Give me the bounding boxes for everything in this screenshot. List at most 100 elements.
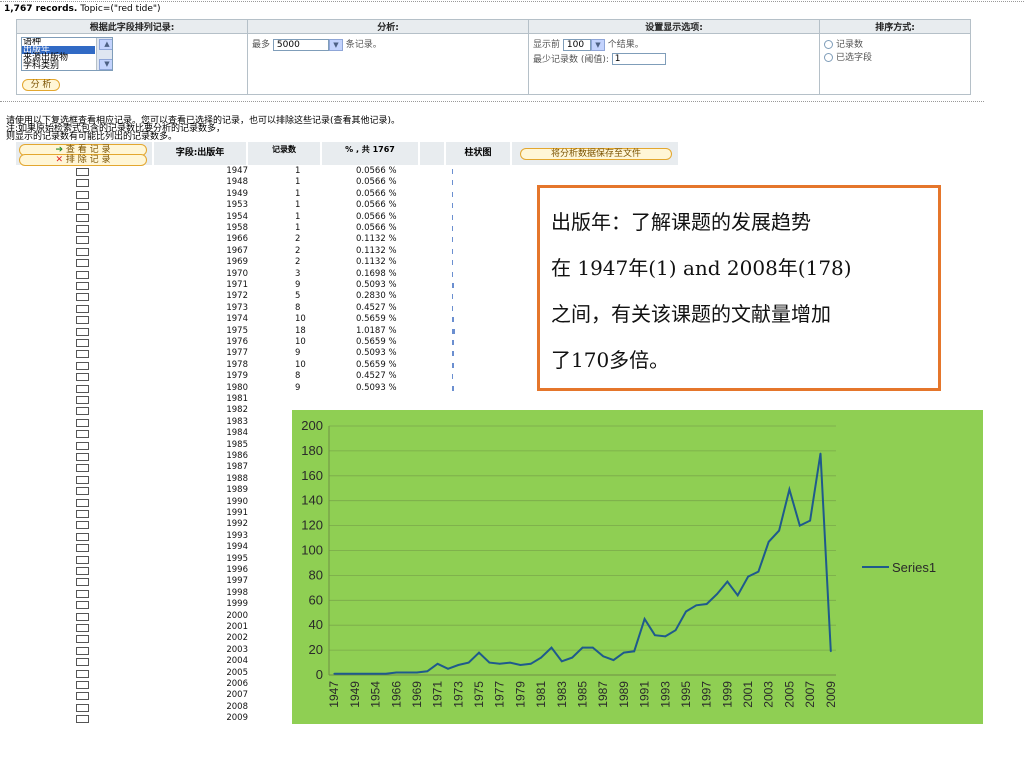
sort-by-count-radio[interactable]	[824, 40, 833, 49]
row-checkbox[interactable]	[76, 624, 89, 632]
row-checkbox[interactable]	[76, 715, 89, 724]
row-checkbox[interactable]	[76, 464, 89, 473]
sort-cell: 记录数 已选字段	[819, 33, 971, 95]
row-checkbox[interactable]	[76, 350, 89, 359]
row-checkbox[interactable]	[76, 282, 89, 290]
row-checkbox[interactable]	[76, 270, 89, 279]
show-results-select[interactable]: 100	[562, 38, 591, 51]
data-point	[488, 661, 491, 664]
row-checkbox[interactable]	[76, 373, 89, 382]
row-checkbox[interactable]	[76, 361, 89, 370]
row-count: 2	[295, 245, 301, 256]
row-checkbox[interactable]	[76, 316, 89, 325]
row-checkbox[interactable]	[76, 669, 89, 678]
row-checkbox[interactable]	[76, 555, 89, 564]
min-threshold-input[interactable]: 1	[611, 53, 666, 65]
row-checkbox[interactable]	[76, 635, 89, 644]
data-point	[354, 672, 356, 675]
row-year: 1967	[226, 245, 248, 256]
row-checkbox[interactable]	[76, 304, 89, 313]
row-checkbox[interactable]	[76, 247, 89, 256]
row-percent: 0.1132 %	[356, 234, 397, 245]
row-year: 1984	[226, 428, 248, 439]
row-checkbox[interactable]	[76, 703, 89, 712]
x-tick-label: 1947	[327, 681, 341, 708]
row-checkbox[interactable]	[76, 646, 89, 655]
row-checkbox[interactable]	[76, 453, 89, 461]
row-checkbox[interactable]	[76, 179, 89, 188]
row-checkbox[interactable]	[76, 475, 89, 484]
data-point	[571, 656, 573, 659]
x-tick-label: 1981	[534, 681, 548, 708]
row-checkbox[interactable]	[76, 567, 89, 575]
y-tick-label: 180	[301, 443, 323, 458]
row-checkbox[interactable]	[76, 510, 89, 518]
y-tick-label: 200	[301, 418, 323, 433]
chevron-down-icon[interactable]: ▼	[590, 38, 605, 51]
exclude-records-button[interactable]: ✕ 排 除 记 录	[19, 154, 147, 166]
row-checkbox[interactable]	[76, 430, 89, 439]
row-year: 1949	[226, 188, 248, 199]
row-checkbox[interactable]	[76, 236, 89, 245]
row-checkbox[interactable]	[76, 339, 89, 347]
row-checkbox[interactable]	[76, 544, 89, 553]
data-point	[374, 672, 377, 675]
row-checkbox[interactable]	[76, 681, 89, 689]
row-checkbox[interactable]	[76, 612, 89, 621]
row-year: 1997	[226, 576, 248, 587]
row-checkbox[interactable]	[76, 578, 89, 587]
row-checkbox[interactable]	[76, 498, 89, 507]
x-tick-label: 1995	[679, 681, 693, 708]
max-records-select[interactable]: 5000	[272, 38, 329, 51]
analyze-button[interactable]: 分 析	[22, 79, 60, 91]
display-options-header: 设置显示选项:	[528, 19, 820, 34]
row-checkbox[interactable]	[76, 327, 89, 336]
instructions: 请使用以下复选框查看相应记录。您可以查看已选择的记录，也可以排除这些记录(查看其…	[6, 117, 400, 142]
row-year: 2009	[226, 713, 248, 724]
max-prefix-label: 最多	[252, 40, 271, 50]
row-checkbox[interactable]	[76, 532, 89, 541]
row-checkbox[interactable]	[76, 601, 89, 610]
sort-by-field-radio[interactable]	[824, 53, 833, 62]
y-tick-label: 160	[301, 468, 323, 483]
row-bar	[452, 294, 453, 300]
save-to-file-button[interactable]: 将分析数据保存至文件	[520, 148, 672, 160]
row-percent: 0.5659 %	[356, 337, 397, 347]
row-checkbox[interactable]	[76, 658, 89, 667]
row-checkbox[interactable]	[76, 589, 89, 598]
row-checkbox[interactable]	[76, 396, 89, 404]
data-point	[343, 672, 346, 675]
row-checkbox[interactable]	[76, 225, 89, 233]
row-year: 2001	[226, 622, 248, 632]
row-checkbox[interactable]	[76, 407, 89, 416]
row-checkbox[interactable]	[76, 190, 89, 199]
row-checkbox[interactable]	[76, 259, 89, 268]
row-year: 1954	[226, 211, 248, 222]
row-bar	[452, 260, 453, 266]
bar-column-header: 柱状图	[446, 142, 510, 165]
field-listbox[interactable]: 语种 出版年 来源出版物 学科类别 ▲ ▼	[21, 37, 113, 71]
row-percent: 0.1132 %	[356, 257, 397, 268]
listbox-scrollbar[interactable]: ▲ ▼	[96, 38, 112, 70]
row-checkbox[interactable]	[76, 521, 89, 530]
row-checkbox[interactable]	[76, 441, 89, 450]
scroll-down-icon[interactable]: ▼	[99, 59, 112, 70]
y-tick-label: 20	[309, 642, 323, 657]
row-checkbox[interactable]	[76, 418, 89, 427]
chevron-down-icon[interactable]: ▼	[328, 38, 343, 51]
data-point	[385, 672, 387, 675]
data-point	[643, 618, 646, 620]
row-checkbox[interactable]	[76, 168, 89, 176]
x-tick-label: 1989	[617, 681, 631, 708]
scroll-up-icon[interactable]: ▲	[99, 39, 112, 50]
trend-chart: 0 20 40 60 80 100 120 140 160 180 200 1947 1949 1954 1…	[292, 410, 983, 724]
row-year: 1985	[226, 439, 248, 450]
row-checkbox[interactable]	[76, 293, 89, 302]
row-checkbox[interactable]	[76, 384, 89, 393]
row-checkbox[interactable]	[76, 487, 89, 496]
row-checkbox[interactable]	[76, 202, 89, 211]
row-bar	[452, 180, 453, 186]
row-checkbox[interactable]	[76, 692, 89, 701]
row-checkbox[interactable]	[76, 213, 89, 222]
row-bar	[452, 385, 454, 391]
